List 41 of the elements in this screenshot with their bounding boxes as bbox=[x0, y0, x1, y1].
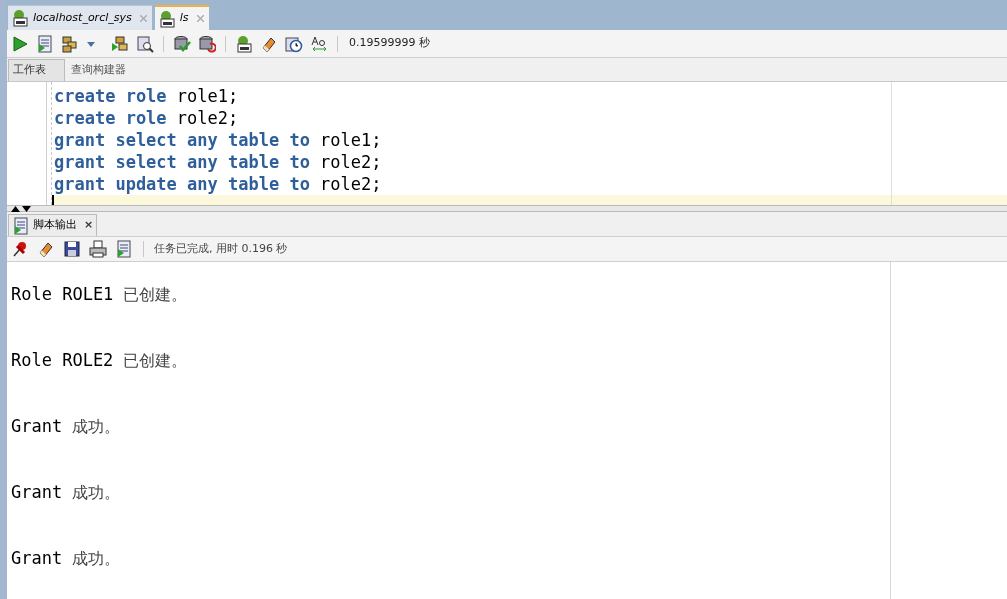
commit-icon[interactable] bbox=[173, 34, 191, 53]
output-subject: Role ROLE1 bbox=[11, 283, 114, 307]
output-message: 成功。 bbox=[72, 548, 121, 570]
database-icon[interactable] bbox=[61, 34, 79, 53]
run-script-icon[interactable] bbox=[115, 240, 133, 258]
code-line: create role role2; bbox=[54, 107, 239, 129]
text-case-icon[interactable] bbox=[310, 34, 328, 53]
editor-tab[interactable]: 工作表 bbox=[8, 59, 65, 81]
database-sql-icon bbox=[11, 9, 29, 27]
document-tab[interactable]: ls bbox=[154, 5, 209, 30]
code-line: grant update any table to role2; bbox=[54, 173, 382, 195]
elapsed-time: 0.19599999 秒 bbox=[349, 35, 430, 52]
status-text: 任务已完成, 用时 0.196 秒 bbox=[154, 240, 288, 257]
print-icon[interactable] bbox=[89, 240, 107, 258]
output-message: 成功。 bbox=[72, 482, 121, 504]
output-message: 成功。 bbox=[72, 416, 121, 438]
rollback-icon[interactable] bbox=[198, 34, 216, 53]
code-line: grant select any table to role2; bbox=[54, 151, 382, 173]
output-subject: Grant bbox=[11, 415, 63, 439]
code-line: grant select any table to role1; bbox=[54, 129, 382, 151]
output-subject: Grant bbox=[11, 547, 63, 571]
run-script-icon[interactable] bbox=[36, 34, 54, 53]
search-icon[interactable] bbox=[136, 34, 154, 53]
run-icon[interactable] bbox=[11, 34, 29, 53]
output-subject: Role ROLE2 bbox=[11, 349, 114, 373]
output-tab[interactable]: 脚本输出 × bbox=[8, 214, 98, 236]
pin-icon[interactable] bbox=[11, 240, 29, 258]
save-icon[interactable] bbox=[63, 240, 81, 258]
database-sql-icon bbox=[157, 9, 176, 28]
output-message: 已创建。 bbox=[123, 350, 188, 372]
output-message: 已创建。 bbox=[123, 284, 188, 306]
code-line: create role role1; bbox=[54, 85, 239, 107]
output-subject: Grant bbox=[11, 481, 63, 505]
history-icon[interactable] bbox=[285, 34, 303, 53]
database-sql-icon[interactable] bbox=[235, 34, 253, 53]
close-button[interactable]: × bbox=[84, 217, 94, 234]
eraser-icon[interactable] bbox=[37, 240, 55, 258]
explain-plan-icon[interactable] bbox=[111, 34, 129, 53]
document-tab[interactable]: localhost_orcl_sys bbox=[8, 5, 152, 30]
splitter-arrows-icon[interactable] bbox=[10, 205, 32, 212]
editor-tab[interactable]: 查询构建器 bbox=[65, 59, 132, 81]
